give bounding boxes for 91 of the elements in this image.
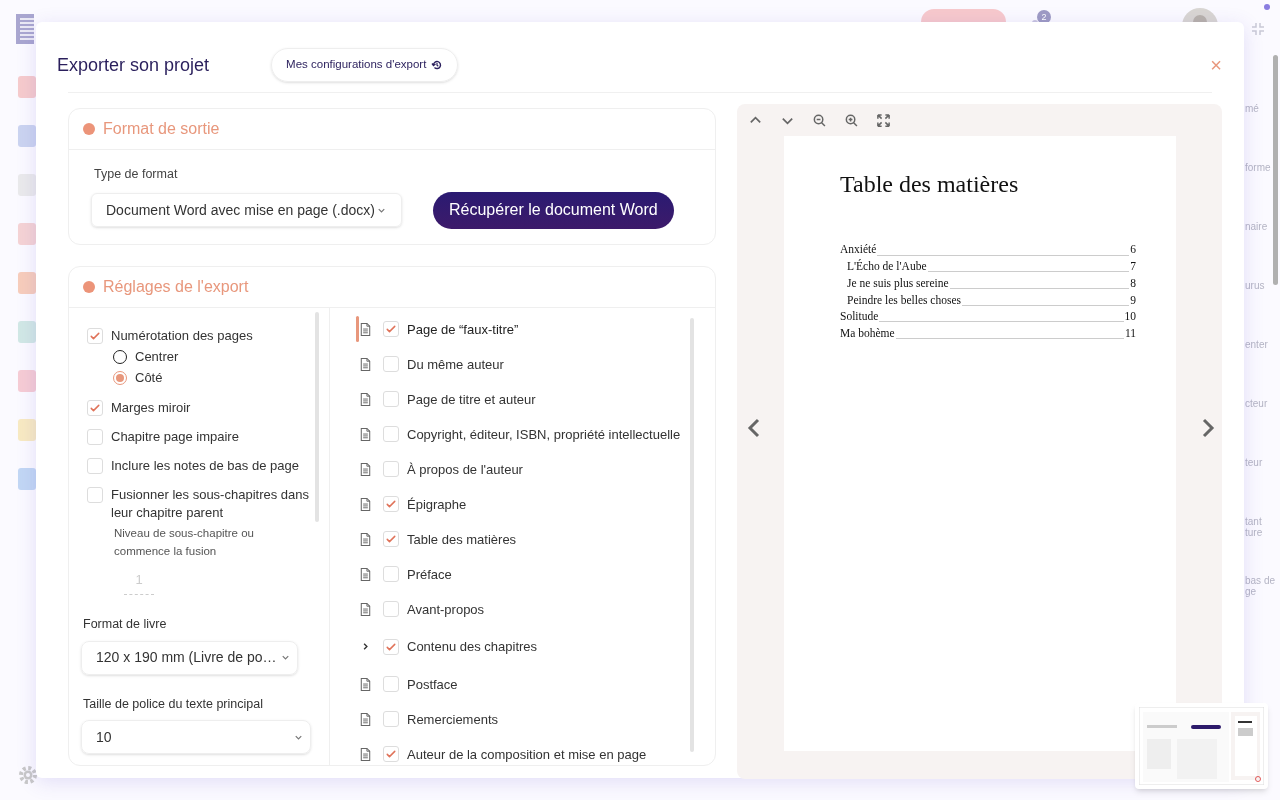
checkbox[interactable] bbox=[383, 426, 399, 443]
field-label: Type de format bbox=[94, 166, 179, 183]
sidebar-icon[interactable] bbox=[18, 272, 36, 294]
checkbox[interactable] bbox=[383, 531, 399, 548]
bullet-icon bbox=[83, 280, 95, 293]
sidebar-icon[interactable] bbox=[18, 419, 36, 441]
option-label: Marges miroir bbox=[111, 398, 192, 417]
radio-label: Centrer bbox=[135, 347, 179, 366]
bullet-icon bbox=[83, 123, 95, 135]
scrollbar[interactable] bbox=[1273, 55, 1278, 285]
page-number: 11 bbox=[1124, 325, 1136, 341]
checkbox[interactable] bbox=[383, 356, 399, 373]
sidebar-icon[interactable] bbox=[18, 174, 36, 196]
dialog-title: Exporter son projet bbox=[57, 54, 210, 77]
page-number: 9 bbox=[1130, 292, 1136, 308]
field-label: Niveau de sous-chapitre ou commence la fusion bbox=[114, 525, 255, 559]
section-label[interactable]: Contenu des chapitres bbox=[407, 637, 538, 657]
book-format-select[interactable]: 120 x 190 mm (Livre de po… bbox=[81, 640, 298, 675]
checkbox[interactable] bbox=[383, 461, 399, 478]
next-page-icon[interactable] bbox=[1200, 418, 1216, 438]
toc-entry[interactable]: Peindre les belles choses bbox=[847, 291, 961, 309]
card-title: Format de sortie bbox=[103, 119, 220, 139]
sidebar-icon[interactable] bbox=[18, 76, 36, 98]
page-title: Table des matières bbox=[840, 170, 1020, 199]
checkbox[interactable] bbox=[383, 676, 399, 693]
toc-entry[interactable]: Je ne suis plus sereine bbox=[847, 274, 949, 293]
sidebar-icon[interactable] bbox=[18, 223, 36, 245]
section-label[interactable]: Préface bbox=[407, 564, 452, 584]
document-icon bbox=[358, 711, 373, 727]
document-icon bbox=[358, 391, 373, 407]
history-icon bbox=[431, 59, 444, 71]
checkbox[interactable] bbox=[383, 711, 399, 728]
card-title: Réglages de l'export bbox=[103, 276, 249, 297]
toc-entry[interactable]: L'Écho de l'Aube bbox=[847, 258, 927, 276]
format-select[interactable]: Document Word avec mise en page (.docx) bbox=[91, 193, 402, 228]
sidebar-icon[interactable] bbox=[18, 468, 36, 490]
checkbox[interactable] bbox=[87, 428, 103, 445]
checkbox[interactable] bbox=[87, 399, 103, 416]
font-size-select[interactable]: 10 bbox=[81, 720, 311, 755]
checkbox[interactable] bbox=[383, 321, 399, 338]
section-label[interactable]: Copyright, éditeur, ISBN, propriété intellectuelle bbox=[407, 424, 681, 444]
settings-icon[interactable] bbox=[18, 765, 38, 785]
document-icon bbox=[358, 321, 373, 337]
toc-entry[interactable]: Ma bohème bbox=[840, 324, 895, 343]
section-label[interactable]: Avant-propos bbox=[407, 599, 485, 619]
sidebar-icon[interactable] bbox=[18, 321, 36, 343]
checkbox[interactable] bbox=[87, 486, 103, 503]
section-label[interactable]: Postface bbox=[407, 674, 458, 694]
toc-entry[interactable]: Solitude bbox=[840, 308, 879, 326]
document-icon bbox=[358, 356, 373, 372]
download-button[interactable]: Récupérer le document Word bbox=[433, 191, 674, 229]
checkbox[interactable] bbox=[383, 746, 399, 763]
sidebar-icon[interactable] bbox=[18, 125, 36, 147]
radio-label: Côté bbox=[135, 369, 163, 388]
checkbox[interactable] bbox=[383, 601, 399, 618]
option-label: Inclure les notes de bas de page bbox=[111, 456, 300, 475]
document-icon bbox=[358, 676, 373, 692]
document-icon bbox=[358, 601, 373, 617]
document-icon bbox=[358, 496, 373, 512]
sidebar-icon[interactable] bbox=[18, 370, 36, 392]
section-label[interactable]: Épigraphe bbox=[407, 494, 467, 514]
field-label: Taille de police du texte principal bbox=[83, 695, 264, 713]
document-icon bbox=[358, 426, 373, 442]
checkbox[interactable] bbox=[383, 496, 399, 513]
page-number: 6 bbox=[1130, 242, 1136, 258]
document-icon bbox=[358, 746, 373, 762]
checkbox[interactable] bbox=[383, 638, 399, 655]
section-label[interactable]: Table des matières bbox=[407, 529, 517, 549]
page-number: 8 bbox=[1130, 275, 1136, 291]
section-label[interactable]: Remerciements bbox=[407, 709, 499, 729]
section-label[interactable]: À propos de l'auteur bbox=[407, 459, 523, 479]
document-icon bbox=[358, 531, 373, 547]
option-label: Numérotation des pages bbox=[111, 326, 254, 345]
checkbox[interactable] bbox=[87, 327, 103, 344]
document-icon bbox=[358, 566, 373, 582]
section-label[interactable]: Page de “faux-titre” bbox=[407, 319, 519, 339]
toc-entry[interactable]: Anxiété bbox=[840, 241, 877, 259]
previous-page-icon[interactable] bbox=[746, 418, 762, 438]
page-number: 10 bbox=[1124, 309, 1136, 325]
page-number: 7 bbox=[1130, 259, 1136, 275]
section-label[interactable]: Du même auteur bbox=[407, 354, 504, 374]
document-icon bbox=[358, 461, 373, 477]
field-label: Format de livre bbox=[83, 615, 168, 633]
collapse-icon[interactable] bbox=[1251, 22, 1265, 36]
option-label: Fusionner les sous-chapitres dans leur chapitre parent bbox=[111, 485, 310, 522]
option-label: Chapitre page impaire bbox=[111, 427, 240, 446]
section-label[interactable]: Auteur de la composition et mise en page bbox=[407, 744, 647, 764]
checkbox[interactable] bbox=[383, 566, 399, 583]
checkbox[interactable] bbox=[87, 457, 103, 474]
checkbox[interactable] bbox=[383, 391, 399, 408]
section-label[interactable]: Page de titre et auteur bbox=[407, 389, 536, 409]
